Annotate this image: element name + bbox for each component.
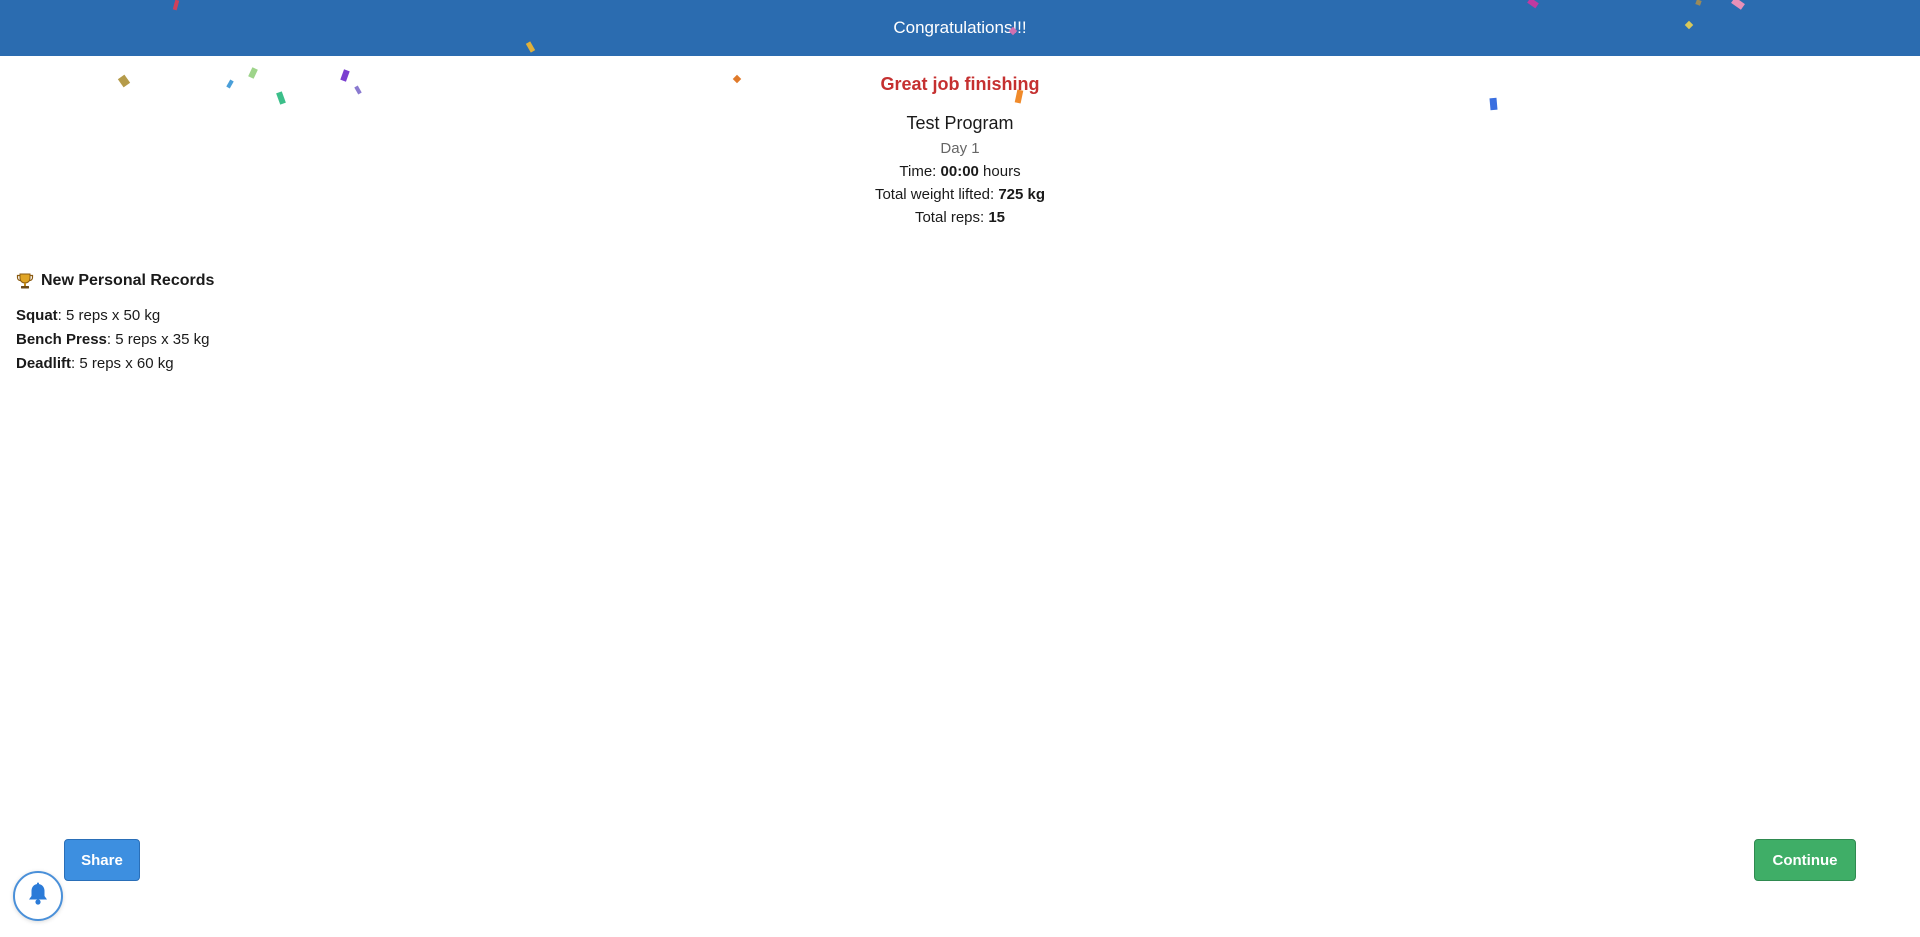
personal-records: New Personal Records Squat: 5 reps x 50 … [16,272,214,376]
time-label: Time: [899,163,941,180]
record-detail: : 5 reps x 50 kg [57,307,161,324]
reps-stat: Total reps: 15 [0,209,1920,226]
record-name: Deadlift [16,355,72,372]
workout-summary: Great job finishing Test Program Day 1 T… [0,56,1920,226]
time-stat: Time: 00:00 hours [0,163,1920,180]
reps-label: Total reps: [914,209,989,226]
program-name: Test Program [906,113,1014,133]
weight-label: Total weight lifted: [874,186,999,203]
reps-value: 15 [988,209,1006,226]
headline: Great job finishing [880,74,1040,94]
record-detail: : 5 reps x 60 kg [71,355,174,372]
header-title: Congratulations!!! [893,18,1027,37]
trophy-icon [16,272,34,290]
weight-value: 725 kg [998,186,1046,203]
weight-stat: Total weight lifted: 725 kg [0,186,1920,203]
day-label: Day 1 [940,140,980,157]
share-button[interactable]: Share [64,839,140,881]
time-unit: hours [978,163,1021,180]
record-item: Deadlift: 5 reps x 60 kg [16,352,214,376]
completion-page: Congratulations!!! Great job finishing T… [0,0,1920,937]
time-value: 00:00 [940,163,979,180]
record-list: Squat: 5 reps x 50 kg Bench Press: 5 rep… [16,304,214,376]
records-header: New Personal Records [16,272,214,290]
header-bar: Congratulations!!! [0,0,1920,56]
record-item: Squat: 5 reps x 50 kg [16,304,214,328]
record-name: Squat [16,307,58,324]
record-item: Bench Press: 5 reps x 35 kg [16,328,214,352]
continue-button[interactable]: Continue [1754,839,1856,881]
record-detail: : 5 reps x 35 kg [106,331,210,348]
records-title: New Personal Records [41,272,215,289]
confetti-piece [1489,97,1498,111]
bell-icon [27,882,49,911]
record-name: Bench Press [16,331,107,348]
notification-button[interactable] [13,871,63,921]
